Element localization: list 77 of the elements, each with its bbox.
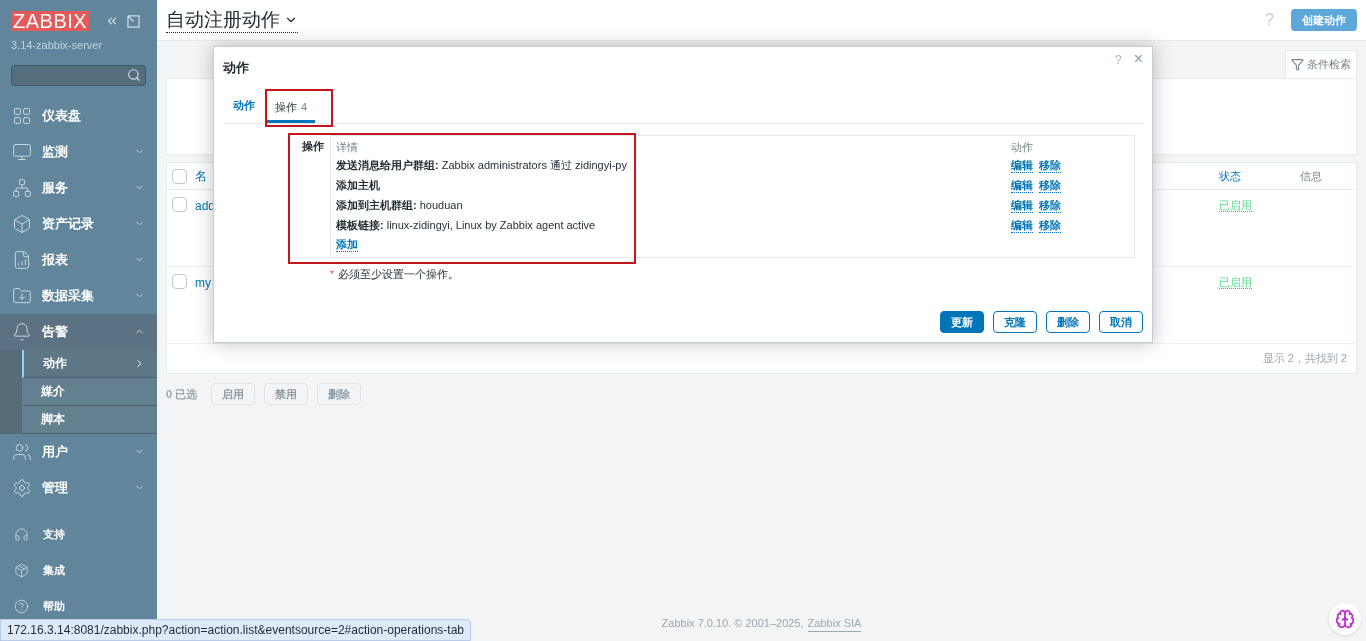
dashboard-icon bbox=[12, 105, 32, 126]
operation-detail: 发送消息给用户群组: Zabbix administrators 通过 zidingyi-py bbox=[336, 158, 628, 174]
headset-icon bbox=[14, 527, 29, 542]
menu-item[interactable]: 告警 bbox=[0, 313, 157, 350]
operation-detail: 添加到主机群组: houduan bbox=[336, 198, 464, 214]
action-link[interactable]: 编辑 bbox=[1011, 198, 1033, 213]
report-icon bbox=[12, 249, 32, 270]
menu-item[interactable]: 管理 bbox=[0, 469, 157, 506]
close-button[interactable]: × bbox=[1133, 51, 1143, 67]
search-field[interactable] bbox=[11, 64, 146, 86]
dialog-button[interactable]: 克隆 bbox=[993, 311, 1037, 333]
action-link[interactable]: 移除 bbox=[1039, 198, 1061, 213]
column-header[interactable]: 名 bbox=[195, 167, 207, 185]
help-icon bbox=[14, 599, 29, 614]
tab[interactable]: 操作 4 bbox=[267, 94, 316, 123]
action-link[interactable]: 编辑 bbox=[1011, 178, 1033, 193]
menu-item[interactable]: 集成 bbox=[0, 555, 157, 586]
dialog-title: 动作 bbox=[223, 59, 250, 77]
submenu-item[interactable]: 媒介 bbox=[22, 377, 157, 406]
column-header[interactable]: 状态 bbox=[1219, 167, 1300, 185]
menu-item[interactable]: 报表 bbox=[0, 241, 157, 278]
checkbox[interactable] bbox=[172, 197, 187, 212]
checkbox[interactable] bbox=[172, 168, 187, 184]
menu-item[interactable]: 帮助 bbox=[0, 591, 157, 622]
monitor-icon bbox=[12, 141, 32, 162]
column-header: 详情 bbox=[336, 139, 359, 155]
search-icon[interactable] bbox=[127, 68, 141, 82]
brain-icon bbox=[1335, 609, 1355, 629]
assistant-button[interactable] bbox=[1329, 603, 1361, 635]
settings-icon bbox=[12, 477, 32, 498]
server-name: 3.14-zabbix-server bbox=[10, 38, 104, 53]
action-link[interactable]: 移除 bbox=[1039, 158, 1061, 173]
filter-tab[interactable]: 条件检索 bbox=[1285, 50, 1357, 78]
menu-item[interactable]: 支持 bbox=[0, 519, 157, 550]
required-mark: * bbox=[330, 266, 335, 282]
page-title[interactable]: 自动注册动作 bbox=[166, 7, 298, 33]
filter-icon bbox=[1291, 58, 1304, 71]
field-label: 操作 bbox=[301, 138, 325, 154]
users-icon bbox=[12, 441, 32, 462]
menu-item[interactable]: 数据采集 bbox=[0, 277, 157, 314]
checkbox[interactable] bbox=[172, 274, 187, 289]
operation-detail: 模板链接: linux-zidingyi, Linux by Zabbix agent active bbox=[336, 218, 597, 234]
create-button[interactable]: 创建动作 bbox=[1291, 9, 1357, 31]
submenu-item[interactable]: 动作 bbox=[22, 349, 157, 378]
download-icon bbox=[12, 285, 32, 306]
status-url-tooltip: 172.16.3.14:8081/zabbix.php?action=action.list&eventsource=2#action-operations-tab bbox=[0, 619, 471, 641]
dialog-button[interactable]: 更新 bbox=[940, 311, 984, 333]
result-summary: 显示 2，共找到 2 bbox=[1262, 351, 1347, 367]
logo: ZABBIX bbox=[11, 11, 90, 31]
action-link[interactable]: 移除 bbox=[1039, 218, 1061, 233]
menu-item[interactable]: 用户 bbox=[0, 433, 157, 470]
dialog-button[interactable]: 取消 bbox=[1099, 311, 1143, 333]
menu-item[interactable]: 资产记录 bbox=[0, 205, 157, 242]
column-header: 信息 bbox=[1300, 168, 1323, 184]
footer-text: Zabbix 7.0.10. © 2001–2025, bbox=[661, 615, 804, 631]
cube-icon bbox=[12, 213, 32, 234]
selected-count: 0 已选 bbox=[166, 386, 198, 402]
menu-item[interactable]: 服务 bbox=[0, 169, 157, 206]
menu-item[interactable]: 监测 bbox=[0, 133, 157, 170]
dialog-button[interactable]: 删除 bbox=[1046, 311, 1090, 333]
footer-link[interactable]: Zabbix SIA bbox=[807, 614, 862, 632]
add-link[interactable]: 添加 bbox=[336, 237, 358, 252]
package-icon bbox=[14, 563, 29, 578]
network-icon bbox=[12, 177, 32, 198]
tab[interactable]: 动作 bbox=[225, 92, 263, 121]
operation-detail: 添加主机 bbox=[336, 178, 381, 194]
bell-icon bbox=[12, 321, 32, 342]
help-link[interactable]: ? bbox=[1114, 51, 1122, 69]
action-link[interactable]: 编辑 bbox=[1011, 158, 1033, 173]
action-link[interactable]: 编辑 bbox=[1011, 218, 1033, 233]
exit-icon[interactable] bbox=[127, 14, 141, 28]
required-note: 必须至少设置一个操作。 bbox=[338, 266, 460, 282]
action-name-link[interactable]: my bbox=[195, 274, 211, 292]
submenu-item[interactable]: 脚本 bbox=[22, 405, 157, 434]
action-link[interactable]: 移除 bbox=[1039, 178, 1061, 193]
column-header: 动作 bbox=[1011, 139, 1034, 155]
menu-item[interactable]: 仪表盘 bbox=[0, 97, 157, 134]
